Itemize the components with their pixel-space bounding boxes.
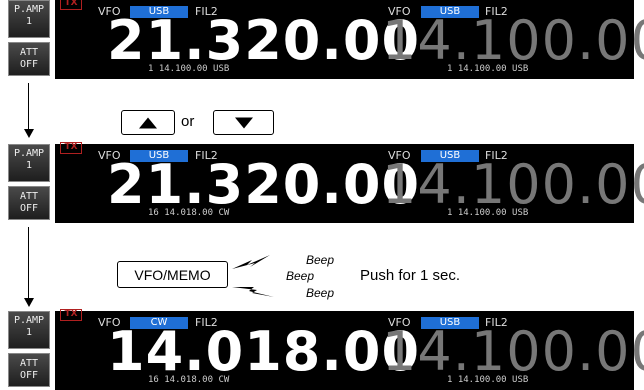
side-keys: P.AMP 1 ATT OFF [8, 311, 50, 390]
or-text: or [181, 113, 195, 130]
pamp-key-label: P.AMP [13, 148, 45, 159]
down-arrow-icon [24, 129, 34, 138]
down-arrow-icon [24, 298, 34, 307]
att-key[interactable]: ATT OFF [8, 353, 50, 387]
sub-memory-readout: 1 14.100.00 USB [447, 64, 529, 74]
main-frequency: 14.018.00 [107, 320, 421, 383]
main-frequency: 21.320.00 [107, 9, 421, 72]
display-panel-1: P.AMP 1 ATT OFF TX VFO USB FIL2 21.320.0… [8, 0, 644, 79]
vfo-memo-button[interactable]: VFO/MEMO [117, 261, 228, 288]
sub-memory-readout: 1 14.100.00 USB [447, 208, 529, 218]
att-key-label: ATT [19, 358, 39, 369]
main-frequency: 21.320.00 [107, 153, 421, 216]
vfo-memo-label: VFO/MEMO [134, 267, 211, 283]
up-button[interactable] [121, 110, 175, 135]
att-key-label: ATT [19, 47, 39, 58]
pamp-key[interactable]: P.AMP 1 [8, 311, 50, 349]
beep-text-2: Beep [286, 269, 315, 283]
tx-indicator: TX [60, 0, 82, 10]
lcd-screen: TX VFO USB FIL2 21.320.00 16 14.018.00 C… [55, 142, 644, 223]
tx-indicator: TX [60, 309, 82, 321]
sub-frequency: 14.100.00 [382, 153, 644, 216]
lcd-screen: TX VFO CW FIL2 14.018.00 16 14.018.00 CW… [55, 309, 644, 390]
beep-text-3: Beep [306, 286, 335, 300]
display-panel-3: P.AMP 1 ATT OFF TX VFO CW FIL2 14.018.00… [8, 309, 644, 390]
pamp-key-value: 1 [25, 16, 33, 27]
beep-text-1: Beep [306, 253, 335, 267]
att-key[interactable]: ATT OFF [8, 186, 50, 220]
att-key-label: ATT [19, 191, 39, 202]
att-key-value: OFF [19, 59, 39, 70]
att-key-value: OFF [19, 203, 39, 214]
lcd-screen: TX VFO USB FIL2 21.320.00 1 14.100.00 US… [55, 0, 644, 79]
down-triangle-icon [234, 117, 253, 128]
att-key-value: OFF [19, 370, 39, 381]
att-key[interactable]: ATT OFF [8, 42, 50, 76]
beep-lightning-icon [232, 255, 274, 297]
pamp-key-value: 1 [25, 327, 33, 338]
side-keys: P.AMP 1 ATT OFF [8, 0, 50, 79]
main-memory-readout: 16 14.018.00 CW [148, 375, 230, 385]
side-keys: P.AMP 1 ATT OFF [8, 144, 50, 223]
pamp-key-label: P.AMP [13, 4, 45, 15]
sub-memory-readout: 1 14.100.00 USB [447, 375, 529, 385]
sub-frequency: 14.100.00 [382, 320, 644, 383]
pamp-key[interactable]: P.AMP 1 [8, 0, 50, 38]
pamp-key[interactable]: P.AMP 1 [8, 144, 50, 182]
down-button[interactable] [213, 110, 274, 135]
tx-indicator: TX [60, 142, 82, 154]
pamp-key-label: P.AMP [13, 315, 45, 326]
main-memory-readout: 1 14.100.00 USB [148, 64, 230, 74]
push-instruction: Push for 1 sec. [360, 267, 461, 284]
up-triangle-icon [139, 117, 157, 128]
main-memory-readout: 16 14.018.00 CW [148, 208, 230, 218]
pamp-key-value: 1 [25, 160, 33, 171]
sub-frequency: 14.100.00 [382, 9, 644, 72]
display-panel-2: P.AMP 1 ATT OFF TX VFO USB FIL2 21.320.0… [8, 142, 644, 223]
